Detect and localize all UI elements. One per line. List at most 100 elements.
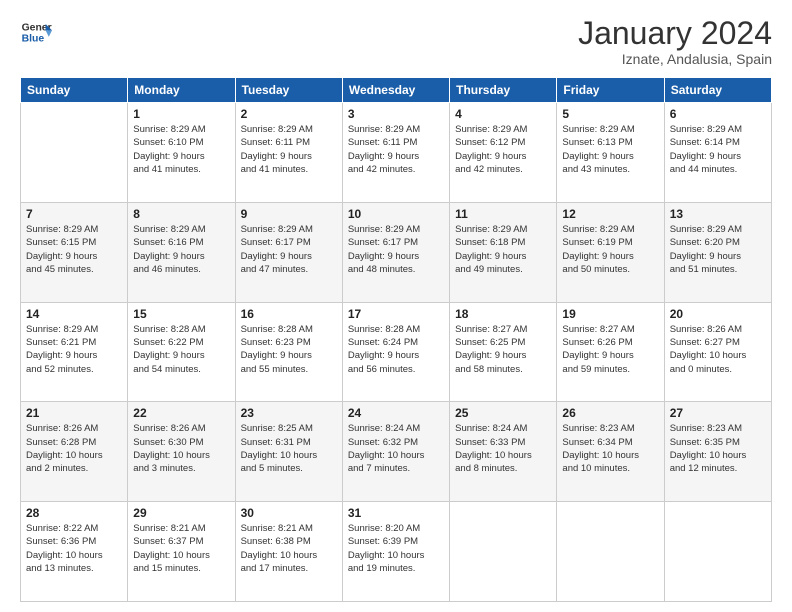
- day-number: 31: [348, 506, 444, 520]
- logo-icon: General Blue: [20, 16, 52, 48]
- day-number: 29: [133, 506, 229, 520]
- day-number: 25: [455, 406, 551, 420]
- day-info: Sunrise: 8:28 AMSunset: 6:22 PMDaylight:…: [133, 323, 229, 376]
- calendar-cell: [450, 502, 557, 602]
- weekday-header-row: SundayMondayTuesdayWednesdayThursdayFrid…: [21, 78, 772, 103]
- day-info: Sunrise: 8:29 AMSunset: 6:11 PMDaylight:…: [241, 123, 337, 176]
- calendar-cell: [664, 502, 771, 602]
- calendar-cell: 2 Sunrise: 8:29 AMSunset: 6:11 PMDaylight…: [235, 103, 342, 203]
- svg-text:Blue: Blue: [22, 34, 45, 45]
- calendar-cell: 20 Sunrise: 8:26 AMSunset: 6:27 PMDayligh…: [664, 302, 771, 402]
- calendar-cell: 17 Sunrise: 8:28 AMSunset: 6:24 PMDayligh…: [342, 302, 449, 402]
- day-number: 1: [133, 107, 229, 121]
- week-row-2: 7 Sunrise: 8:29 AMSunset: 6:15 PMDaylight…: [21, 202, 772, 302]
- calendar-cell: 14Sunrise: 8:29 AMSunset: 6:21 PMDayligh…: [21, 302, 128, 402]
- day-number: 20: [670, 307, 766, 321]
- header: General Blue January 2024 Iznate, Andalu…: [20, 16, 772, 67]
- calendar-cell: 11Sunrise: 8:29 AMSunset: 6:18 PMDayligh…: [450, 202, 557, 302]
- calendar-cell: 26 Sunrise: 8:23 AMSunset: 6:34 PMDayligh…: [557, 402, 664, 502]
- calendar-cell: 16Sunrise: 8:28 AMSunset: 6:23 PMDayligh…: [235, 302, 342, 402]
- day-info: Sunrise: 8:22 AMSunset: 6:36 PMDaylight:…: [26, 522, 122, 575]
- day-info: Sunrise: 8:29 AMSunset: 6:19 PMDaylight:…: [562, 223, 658, 276]
- day-info: Sunrise: 8:29 AMSunset: 6:17 PMDaylight:…: [348, 223, 444, 276]
- calendar-cell: 25Sunrise: 8:24 AMSunset: 6:33 PMDayligh…: [450, 402, 557, 502]
- calendar-cell: 15 Sunrise: 8:28 AMSunset: 6:22 PMDayligh…: [128, 302, 235, 402]
- day-info: Sunrise: 8:29 AMSunset: 6:16 PMDaylight:…: [133, 223, 229, 276]
- calendar-cell: 22Sunrise: 8:26 AMSunset: 6:30 PMDayligh…: [128, 402, 235, 502]
- day-number: 28: [26, 506, 122, 520]
- day-info: Sunrise: 8:23 AMSunset: 6:35 PMDaylight:…: [670, 422, 766, 475]
- day-number: 6: [670, 107, 766, 121]
- day-info: Sunrise: 8:29 AMSunset: 6:14 PMDaylight:…: [670, 123, 766, 176]
- day-number: 14: [26, 307, 122, 321]
- day-info: Sunrise: 8:20 AMSunset: 6:39 PMDaylight:…: [348, 522, 444, 575]
- weekday-header-thursday: Thursday: [450, 78, 557, 103]
- calendar-cell: 7 Sunrise: 8:29 AMSunset: 6:15 PMDaylight…: [21, 202, 128, 302]
- day-info: Sunrise: 8:28 AMSunset: 6:24 PMDaylight:…: [348, 323, 444, 376]
- calendar-cell: 9 Sunrise: 8:29 AMSunset: 6:17 PMDaylight…: [235, 202, 342, 302]
- day-info: Sunrise: 8:29 AMSunset: 6:11 PMDaylight:…: [348, 123, 444, 176]
- calendar-cell: 6 Sunrise: 8:29 AMSunset: 6:14 PMDaylight…: [664, 103, 771, 203]
- weekday-header-monday: Monday: [128, 78, 235, 103]
- day-info: Sunrise: 8:27 AMSunset: 6:25 PMDaylight:…: [455, 323, 551, 376]
- day-number: 7: [26, 207, 122, 221]
- day-info: Sunrise: 8:29 AMSunset: 6:17 PMDaylight:…: [241, 223, 337, 276]
- day-number: 8: [133, 207, 229, 221]
- calendar-cell: 19Sunrise: 8:27 AMSunset: 6:26 PMDayligh…: [557, 302, 664, 402]
- day-number: 18: [455, 307, 551, 321]
- day-number: 15: [133, 307, 229, 321]
- calendar-table: SundayMondayTuesdayWednesdayThursdayFrid…: [20, 77, 772, 602]
- week-row-5: 28 Sunrise: 8:22 AMSunset: 6:36 PMDayligh…: [21, 502, 772, 602]
- week-row-3: 14Sunrise: 8:29 AMSunset: 6:21 PMDayligh…: [21, 302, 772, 402]
- day-info: Sunrise: 8:21 AMSunset: 6:38 PMDaylight:…: [241, 522, 337, 575]
- calendar-cell: 4Sunrise: 8:29 AMSunset: 6:12 PMDaylight…: [450, 103, 557, 203]
- calendar-cell: 27Sunrise: 8:23 AMSunset: 6:35 PMDayligh…: [664, 402, 771, 502]
- day-number: 17: [348, 307, 444, 321]
- weekday-header-wednesday: Wednesday: [342, 78, 449, 103]
- calendar-cell: 31 Sunrise: 8:20 AMSunset: 6:39 PMDayligh…: [342, 502, 449, 602]
- weekday-header-tuesday: Tuesday: [235, 78, 342, 103]
- main-title: January 2024: [578, 16, 772, 51]
- day-info: Sunrise: 8:21 AMSunset: 6:37 PMDaylight:…: [133, 522, 229, 575]
- page: General Blue January 2024 Iznate, Andalu…: [0, 0, 792, 612]
- title-block: January 2024 Iznate, Andalusia, Spain: [578, 16, 772, 67]
- calendar-cell: 18 Sunrise: 8:27 AMSunset: 6:25 PMDayligh…: [450, 302, 557, 402]
- week-row-1: 1Sunrise: 8:29 AMSunset: 6:10 PMDaylight…: [21, 103, 772, 203]
- day-info: Sunrise: 8:26 AMSunset: 6:30 PMDaylight:…: [133, 422, 229, 475]
- day-number: 21: [26, 406, 122, 420]
- day-number: 9: [241, 207, 337, 221]
- calendar-cell: 29 Sunrise: 8:21 AMSunset: 6:37 PMDayligh…: [128, 502, 235, 602]
- week-row-4: 21 Sunrise: 8:26 AMSunset: 6:28 PMDayligh…: [21, 402, 772, 502]
- calendar-cell: 13Sunrise: 8:29 AMSunset: 6:20 PMDayligh…: [664, 202, 771, 302]
- day-number: 23: [241, 406, 337, 420]
- calendar-cell: 12 Sunrise: 8:29 AMSunset: 6:19 PMDayligh…: [557, 202, 664, 302]
- subtitle: Iznate, Andalusia, Spain: [578, 51, 772, 67]
- calendar-cell: 8 Sunrise: 8:29 AMSunset: 6:16 PMDaylight…: [128, 202, 235, 302]
- day-number: 2: [241, 107, 337, 121]
- calendar-cell: 3Sunrise: 8:29 AMSunset: 6:11 PMDaylight…: [342, 103, 449, 203]
- day-info: Sunrise: 8:26 AMSunset: 6:28 PMDaylight:…: [26, 422, 122, 475]
- day-info: Sunrise: 8:27 AMSunset: 6:26 PMDaylight:…: [562, 323, 658, 376]
- day-info: Sunrise: 8:23 AMSunset: 6:34 PMDaylight:…: [562, 422, 658, 475]
- day-number: 16: [241, 307, 337, 321]
- day-number: 26: [562, 406, 658, 420]
- weekday-header-sunday: Sunday: [21, 78, 128, 103]
- calendar-cell: 10 Sunrise: 8:29 AMSunset: 6:17 PMDayligh…: [342, 202, 449, 302]
- day-info: Sunrise: 8:29 AMSunset: 6:15 PMDaylight:…: [26, 223, 122, 276]
- day-info: Sunrise: 8:29 AMSunset: 6:13 PMDaylight:…: [562, 123, 658, 176]
- calendar-cell: 28 Sunrise: 8:22 AMSunset: 6:36 PMDayligh…: [21, 502, 128, 602]
- weekday-header-saturday: Saturday: [664, 78, 771, 103]
- day-info: Sunrise: 8:25 AMSunset: 6:31 PMDaylight:…: [241, 422, 337, 475]
- calendar-cell: 23 Sunrise: 8:25 AMSunset: 6:31 PMDayligh…: [235, 402, 342, 502]
- calendar-cell: 21 Sunrise: 8:26 AMSunset: 6:28 PMDayligh…: [21, 402, 128, 502]
- logo: General Blue: [20, 16, 52, 48]
- day-number: 12: [562, 207, 658, 221]
- day-info: Sunrise: 8:29 AMSunset: 6:18 PMDaylight:…: [455, 223, 551, 276]
- calendar-cell: [557, 502, 664, 602]
- day-info: Sunrise: 8:26 AMSunset: 6:27 PMDaylight:…: [670, 323, 766, 376]
- day-number: 30: [241, 506, 337, 520]
- day-info: Sunrise: 8:29 AMSunset: 6:12 PMDaylight:…: [455, 123, 551, 176]
- day-number: 10: [348, 207, 444, 221]
- calendar-cell: 1Sunrise: 8:29 AMSunset: 6:10 PMDaylight…: [128, 103, 235, 203]
- day-number: 24: [348, 406, 444, 420]
